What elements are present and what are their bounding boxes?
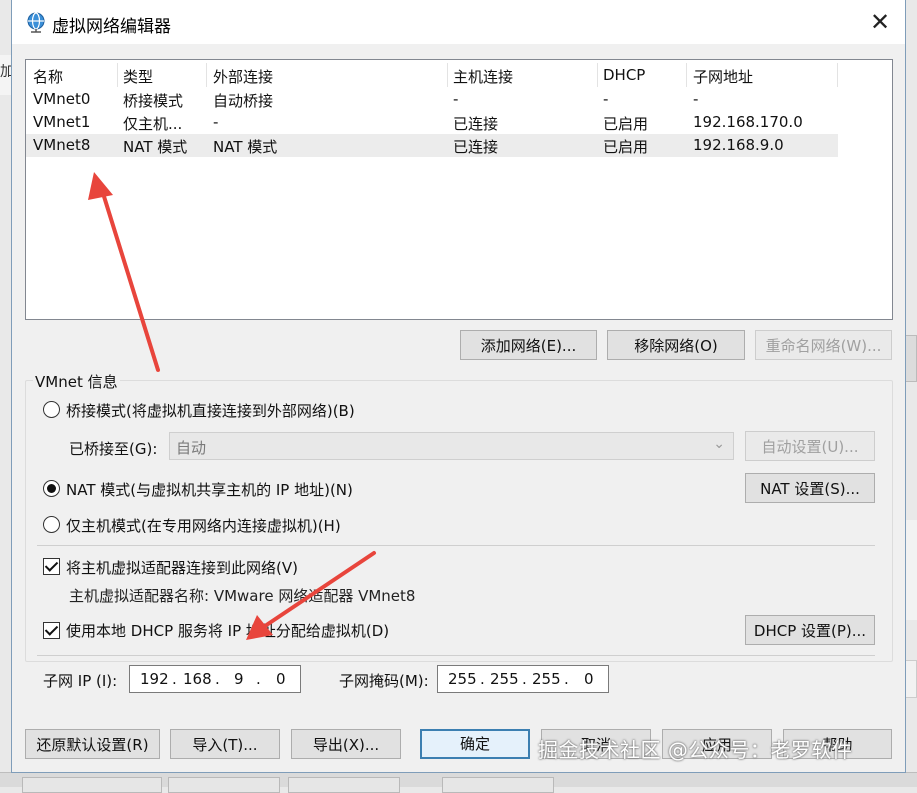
mask-octet: 255	[448, 670, 477, 688]
window-title: 虚拟网络编辑器	[52, 17, 171, 37]
host-only-radio[interactable]	[43, 516, 60, 533]
bridged-to-label: 已桥接至(G):	[69, 440, 158, 458]
cell-subnet: 192.168.170.0	[693, 113, 803, 131]
subnet-mask-label: 子网掩码(M):	[339, 672, 429, 690]
cell-dhcp: 已启用	[603, 138, 649, 156]
mask-octet: 255	[490, 670, 519, 688]
cell-dhcp: -	[603, 90, 609, 108]
adapter-name-text: 主机虚拟适配器名称: VMware 网络适配器 VMnet8	[69, 587, 416, 605]
column-header-subnet[interactable]: 子网地址	[693, 66, 753, 87]
column-header-external[interactable]: 外部连接	[213, 66, 273, 87]
cell-external: 自动桥接	[213, 92, 274, 110]
network-list[interactable]: 名称 类型 外部连接 主机连接 DHCP 子网地址 VMnet0 桥接模式 自动…	[25, 59, 893, 320]
ip-octet: 9	[234, 670, 244, 688]
column-header-type[interactable]: 类型	[123, 66, 153, 87]
remove-network-button[interactable]: 移除网络(O)	[607, 330, 745, 360]
subnet-mask-input[interactable]: 255 . 255 . 255 . 0	[437, 665, 609, 693]
import-button[interactable]: 导入(T)...	[170, 729, 280, 759]
cell-external: NAT 模式	[213, 138, 278, 156]
cell-external: -	[213, 113, 219, 131]
host-only-label[interactable]: 仅主机模式(在专用网络内连接虚拟机)(H)	[66, 515, 341, 536]
nat-mode-radio[interactable]	[43, 480, 60, 497]
table-row-selected[interactable]: VMnet8 NAT 模式 NAT 模式 已连接 已启用 192.168.9.0	[26, 134, 838, 157]
cell-type: 桥接模式	[123, 92, 184, 110]
cell-dhcp: 已启用	[603, 115, 649, 133]
cell-name: VMnet8	[33, 136, 91, 154]
subnet-ip-input[interactable]: 192 . 168 . 9 . 0	[129, 665, 301, 693]
export-button[interactable]: 导出(X)...	[291, 729, 401, 759]
mask-octet: 255	[532, 670, 561, 688]
dhcp-checkbox[interactable]	[43, 622, 60, 639]
watermark-text: 掘金技术社区 @公众号：老罗软件	[538, 738, 853, 762]
cell-subnet: -	[693, 90, 699, 108]
ip-octet: 0	[276, 670, 286, 688]
cell-host: 已连接	[453, 115, 499, 133]
cell-host: -	[453, 90, 459, 108]
table-row[interactable]: VMnet0 桥接模式 自动桥接 - - -	[26, 88, 892, 111]
bridged-mode-radio[interactable]	[43, 401, 60, 418]
bridged-to-select[interactable]: 自动 ⌄	[169, 432, 734, 460]
add-network-button[interactable]: 添加网络(E)...	[460, 330, 597, 360]
table-row[interactable]: VMnet1 仅主机... - 已连接 已启用 192.168.170.0	[26, 111, 892, 134]
virtual-network-editor-dialog: 虚拟网络编辑器 ✕ 名称 类型 外部连接 主机连接 DHCP 子网地址 VMne…	[11, 0, 906, 773]
column-header-dhcp[interactable]: DHCP	[603, 66, 645, 84]
ok-button[interactable]: 确定	[420, 729, 530, 759]
cell-type: 仅主机...	[123, 115, 183, 133]
connect-adapter-label[interactable]: 将主机虚拟适配器连接到此网络(V)	[66, 557, 298, 578]
cell-name: VMnet1	[33, 113, 91, 131]
nat-settings-button[interactable]: NAT 设置(S)...	[745, 473, 875, 503]
bridged-to-value: 自动	[176, 439, 207, 457]
background-button-row	[0, 772, 917, 793]
mask-octet: 0	[584, 670, 594, 688]
cell-name: VMnet0	[33, 90, 91, 108]
globe-icon	[27, 12, 45, 33]
connect-adapter-checkbox[interactable]	[43, 558, 60, 575]
subnet-ip-label: 子网 IP (I):	[43, 672, 118, 690]
network-list-header: 名称 类型 外部连接 主机连接 DHCP 子网地址	[26, 60, 892, 88]
auto-settings-button[interactable]: 自动设置(U)...	[745, 431, 875, 461]
vmnet-info-title: VMnet 信息	[33, 371, 120, 392]
nat-mode-label[interactable]: NAT 模式(与虚拟机共享主机的 IP 地址)(N)	[66, 479, 353, 500]
title-bar: 虚拟网络编辑器 ✕	[12, 0, 905, 44]
chevron-down-icon: ⌄	[713, 436, 725, 452]
cell-type: NAT 模式	[123, 138, 188, 156]
dhcp-settings-button[interactable]: DHCP 设置(P)...	[745, 615, 875, 645]
divider	[37, 655, 875, 656]
cell-host: 已连接	[453, 138, 499, 156]
ip-octet: 168	[183, 670, 212, 688]
ip-octet: 192	[140, 670, 169, 688]
close-button[interactable]: ✕	[865, 8, 895, 36]
column-header-host[interactable]: 主机连接	[453, 66, 513, 87]
dhcp-label[interactable]: 使用本地 DHCP 服务将 IP 地址分配给虚拟机(D)	[66, 620, 389, 641]
bridged-mode-label[interactable]: 桥接模式(将虚拟机直接连接到外部网络)(B)	[66, 400, 355, 421]
restore-defaults-button[interactable]: 还原默认设置(R)	[25, 729, 160, 759]
divider	[37, 545, 875, 546]
rename-network-button[interactable]: 重命名网络(W)...	[755, 330, 892, 360]
column-header-name[interactable]: 名称	[33, 66, 63, 87]
cell-subnet: 192.168.9.0	[693, 136, 784, 154]
